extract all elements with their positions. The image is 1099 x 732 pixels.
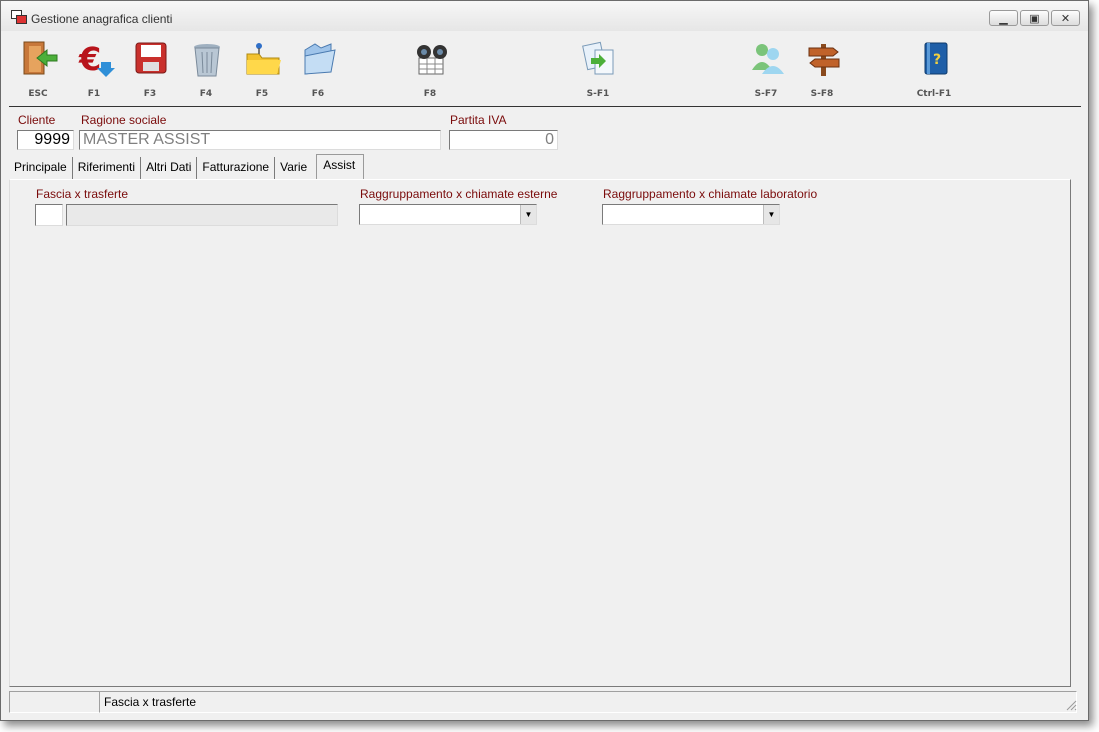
- chiamate-laboratorio-label: Raggruppamento x chiamate laboratorio: [603, 187, 818, 201]
- f6-button[interactable]: F6: [293, 38, 343, 100]
- app-window: Gestione anagrafica clienti ▁ ▣ ✕ ESC € …: [0, 0, 1089, 721]
- tab-fatturazione[interactable]: Fatturazione: [197, 157, 276, 179]
- esc-label: ESC: [28, 89, 48, 99]
- save-disk-icon: [135, 42, 167, 74]
- f3-button[interactable]: F3: [125, 38, 175, 100]
- minimize-button[interactable]: ▁: [989, 10, 1018, 26]
- toolbar: ESC € F1 F3 F4 F5 F6 F8 S-F1 S-F7 S-F8 ?…: [9, 34, 1081, 107]
- svg-text:?: ?: [933, 52, 941, 68]
- ctrl-f1-label: Ctrl-F1: [916, 89, 952, 99]
- tab-assist[interactable]: Assist: [316, 154, 365, 180]
- euro-icon: €: [78, 40, 115, 78]
- cliente-label: Cliente: [18, 113, 56, 127]
- ctrl-f1-button[interactable]: ? Ctrl-F1: [909, 38, 959, 100]
- s-f7-button[interactable]: S-F7: [741, 38, 791, 100]
- fascia-trasferte-label: Fascia x trasferte: [36, 187, 129, 201]
- s-f8-label: S-F8: [810, 89, 834, 99]
- signpost-icon: [808, 44, 840, 76]
- minimize-icon: ▁: [999, 12, 1008, 25]
- status-pane-1: [9, 691, 100, 713]
- chiamate-esterne-label: Raggruppamento x chiamate esterne: [360, 187, 558, 201]
- svg-text:€: €: [78, 40, 101, 78]
- chiamate-esterne-select[interactable]: ▼: [359, 204, 537, 225]
- status-pane-2: Fascia x trasferte: [99, 691, 1077, 713]
- f5-button[interactable]: F5: [237, 38, 287, 100]
- s-f1-label: S-F1: [586, 89, 610, 99]
- open-folder-icon: [304, 43, 336, 75]
- cliente-field[interactable]: 9999: [17, 130, 74, 150]
- f4-button[interactable]: F4: [181, 38, 231, 100]
- f8-button[interactable]: F8: [405, 38, 455, 100]
- chevron-down-icon[interactable]: ▼: [520, 205, 536, 224]
- exit-door-icon: [23, 41, 58, 75]
- copy-documents-icon: [582, 41, 614, 75]
- tab-principale[interactable]: Principale: [9, 157, 73, 179]
- tab-bar: Principale Riferimenti Altri Dati Fattur…: [9, 154, 365, 180]
- close-button[interactable]: ✕: [1051, 10, 1080, 26]
- f4-label: F4: [199, 89, 213, 99]
- f8-label: F8: [423, 89, 437, 99]
- binoculars-icon: [417, 45, 447, 75]
- title-bar[interactable]: Gestione anagrafica clienti ▁ ▣ ✕: [1, 1, 1088, 31]
- s-f1-button[interactable]: S-F1: [573, 38, 623, 100]
- tab-varie[interactable]: Varie: [275, 157, 312, 179]
- esc-button[interactable]: ESC: [13, 38, 63, 100]
- ragione-sociale-label: Ragione sociale: [81, 113, 167, 127]
- partita-iva-label: Partita IVA: [450, 113, 507, 127]
- folder-pin-icon: [246, 43, 281, 75]
- close-icon: ✕: [1060, 12, 1071, 25]
- app-window-icon: [11, 10, 27, 24]
- restore-button[interactable]: ▣: [1020, 10, 1049, 26]
- users-icon: [752, 44, 784, 74]
- chiamate-laboratorio-select[interactable]: ▼: [602, 204, 780, 225]
- help-book-icon: ?: [924, 42, 948, 75]
- assist-tab-panel: Fascia x trasferte Raggruppamento x chia…: [9, 179, 1071, 687]
- f6-label: F6: [311, 89, 325, 99]
- f3-label: F3: [143, 89, 157, 99]
- partita-iva-field[interactable]: 0: [449, 130, 558, 150]
- fascia-code-field[interactable]: [35, 204, 63, 226]
- s-f7-label: S-F7: [754, 89, 778, 99]
- fascia-description-field: [66, 204, 338, 226]
- status-bar: Fascia x trasferte: [9, 691, 1079, 713]
- window-title: Gestione anagrafica clienti: [31, 12, 173, 26]
- tab-altri-dati[interactable]: Altri Dati: [141, 157, 198, 179]
- chevron-down-icon[interactable]: ▼: [763, 205, 779, 224]
- resize-grip-icon[interactable]: [1065, 699, 1077, 711]
- s-f8-button[interactable]: S-F8: [797, 38, 847, 100]
- f1-label: F1: [87, 89, 101, 99]
- f1-button[interactable]: € F1: [69, 38, 119, 100]
- tab-riferimenti[interactable]: Riferimenti: [73, 157, 142, 179]
- restore-icon: ▣: [1029, 12, 1040, 25]
- trash-icon: [194, 44, 220, 77]
- ragione-sociale-field[interactable]: MASTER ASSIST: [79, 130, 441, 150]
- f5-label: F5: [255, 89, 269, 99]
